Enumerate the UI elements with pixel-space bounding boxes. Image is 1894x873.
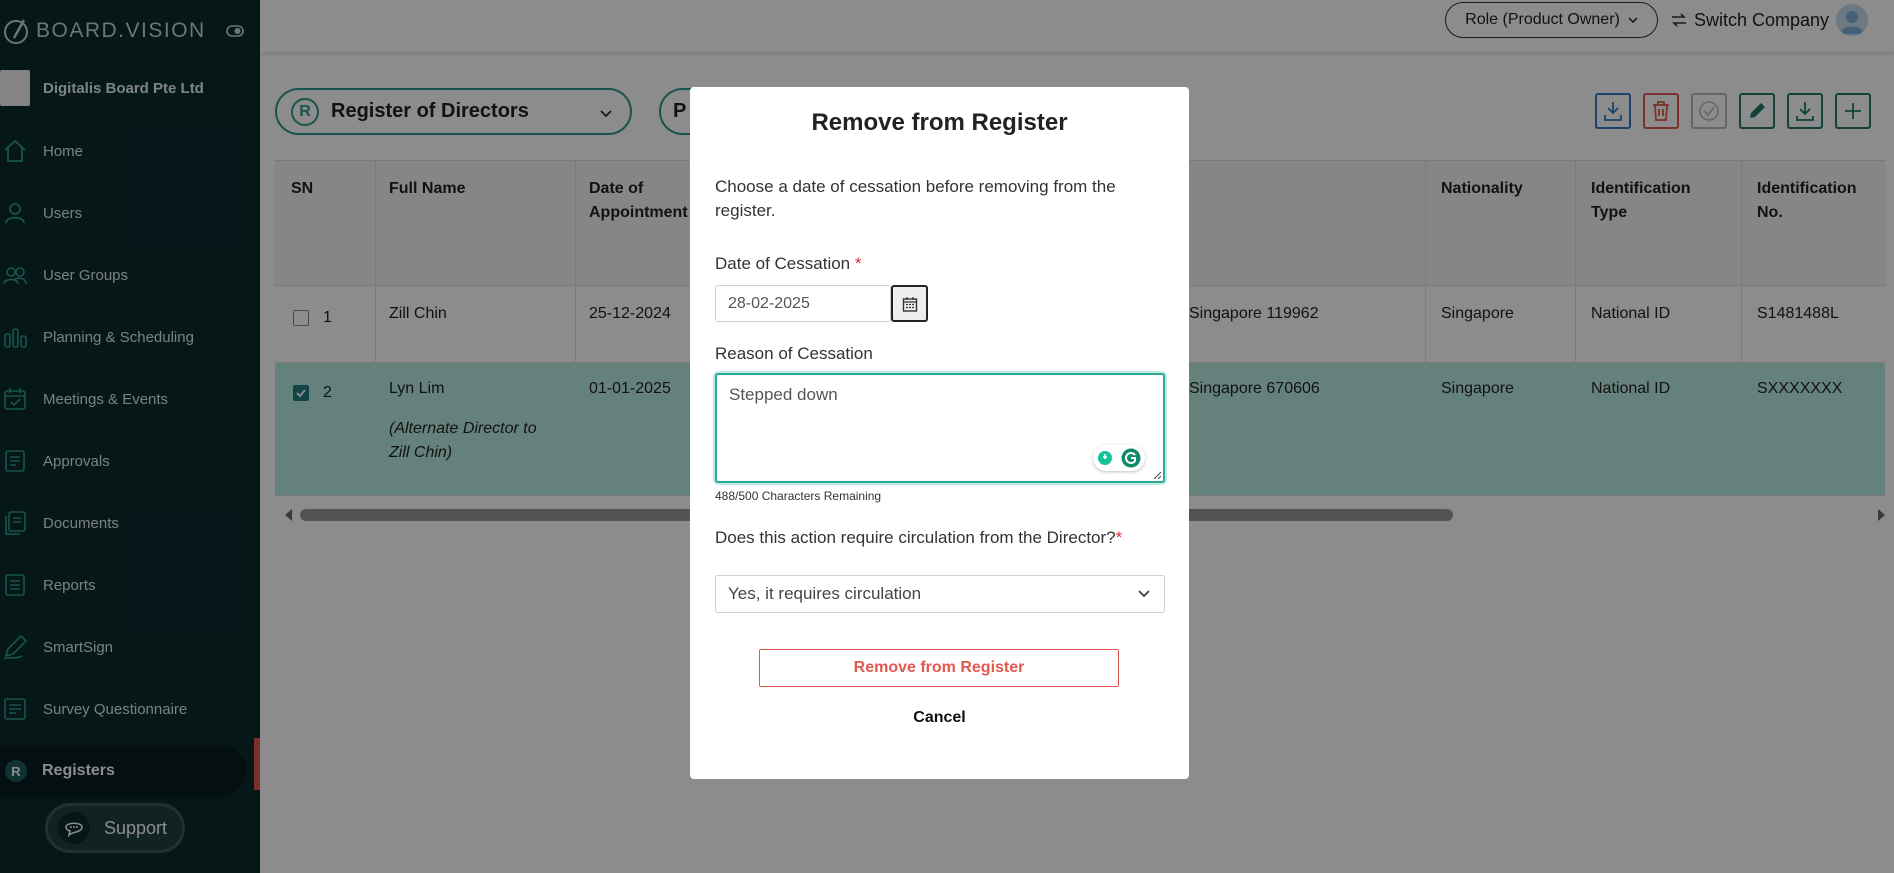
grammarly-widget[interactable] xyxy=(1093,445,1145,471)
remove-from-register-dialog: Remove from Register Choose a date of ce… xyxy=(690,87,1189,779)
circulation-select[interactable]: Yes, it requires circulation xyxy=(715,575,1165,613)
reason-value: Stepped down xyxy=(729,385,838,404)
required-mark: * xyxy=(854,254,862,273)
lightbulb-icon xyxy=(1098,451,1112,465)
calendar-icon xyxy=(902,296,917,312)
chevron-down-icon xyxy=(1138,590,1150,598)
cancel-button[interactable]: Cancel xyxy=(690,709,1189,727)
date-value: 28-02-2025 xyxy=(728,294,810,312)
dialog-title: Remove from Register xyxy=(811,109,1068,136)
date-of-cessation-label: Date of Cessation * xyxy=(715,254,862,274)
circulation-label-text: Does this action require circulation fro… xyxy=(715,528,1116,547)
characters-remaining: 488/500 Characters Remaining xyxy=(715,489,882,503)
circulation-value: Yes, it requires circulation xyxy=(728,584,922,603)
date-of-cessation-input[interactable]: 28-02-2025 xyxy=(715,285,891,322)
grammarly-icon xyxy=(1121,448,1141,468)
remove-from-register-button[interactable]: Remove from Register xyxy=(759,649,1119,687)
reason-of-cessation-label: Reason of Cessation xyxy=(715,344,873,363)
required-mark: * xyxy=(1115,528,1123,547)
dialog-description: Choose a date of cessation before removi… xyxy=(715,177,1116,220)
cancel-label: Cancel xyxy=(913,709,966,726)
date-picker-button[interactable] xyxy=(891,285,928,322)
resize-handle-icon[interactable] xyxy=(1153,471,1161,479)
date-label-text: Date of Cessation xyxy=(715,254,851,273)
circulation-question-label: Does this action require circulation fro… xyxy=(715,528,1122,548)
